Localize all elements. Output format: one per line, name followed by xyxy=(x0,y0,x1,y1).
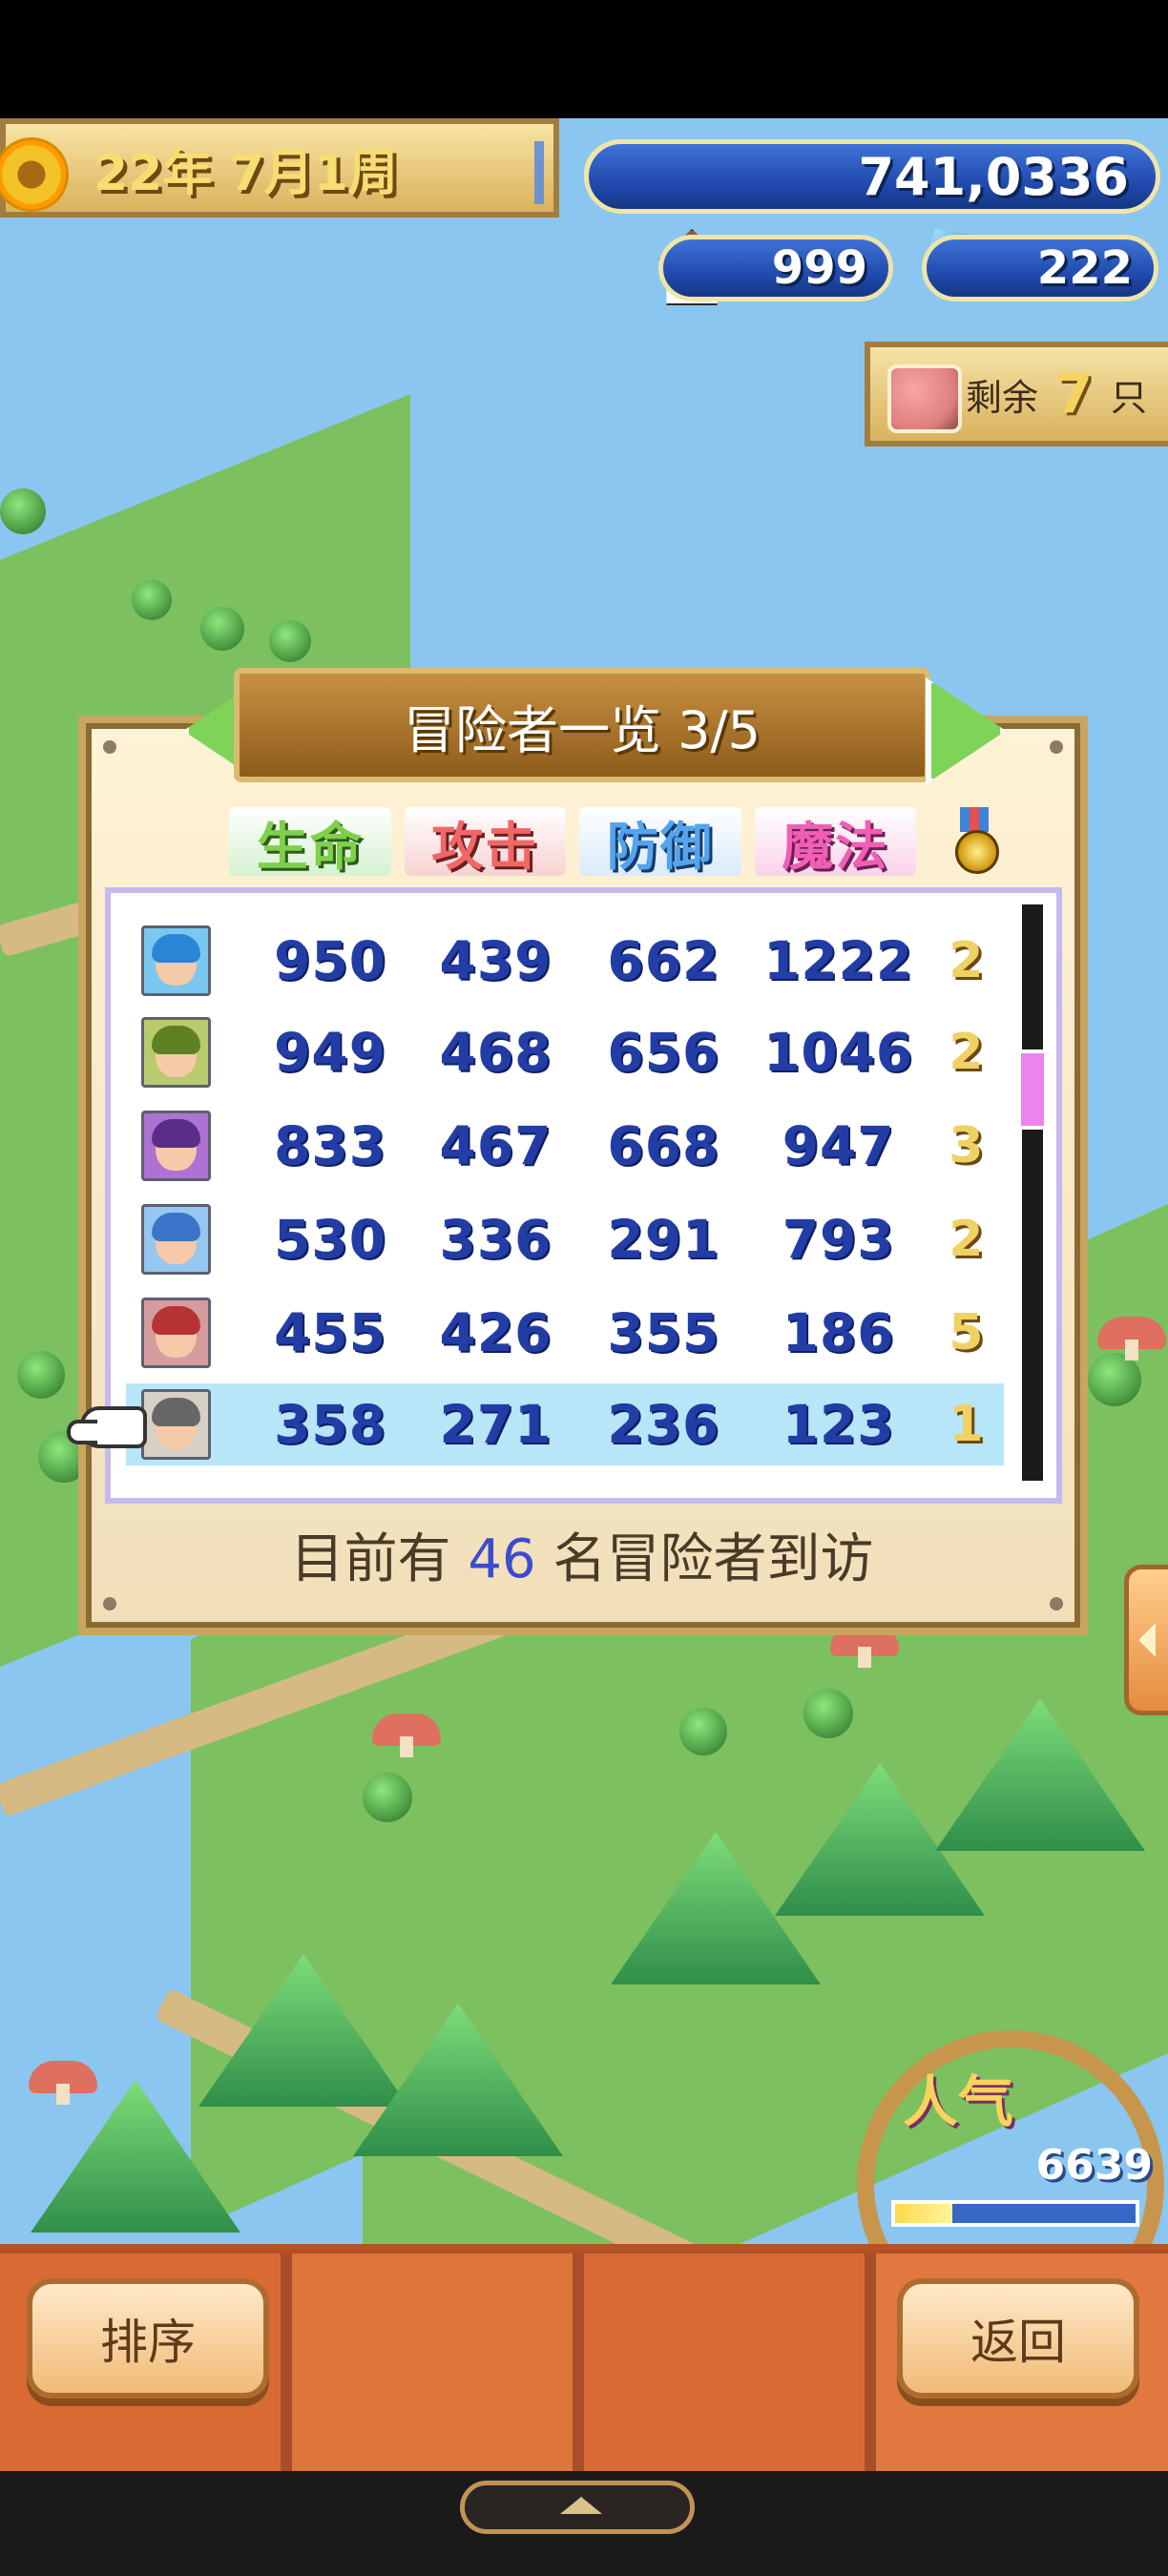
adventurer-row[interactable]: 833 467 668 947 3 xyxy=(126,1105,1004,1187)
attack-header: 攻击 xyxy=(404,807,566,877)
house-value: 999 xyxy=(771,241,867,295)
life-header: 生命 xyxy=(229,807,391,877)
life-value: 455 xyxy=(274,1302,386,1363)
list-scroll-thumb[interactable] xyxy=(1017,1049,1048,1130)
adventurer-avatar xyxy=(141,1298,212,1368)
adventurer-row[interactable]: 949 468 656 1046 2 xyxy=(126,1011,1004,1093)
pig-icon xyxy=(887,364,962,433)
panel-corner xyxy=(1050,1597,1063,1610)
crystal-counter: 222 xyxy=(922,235,1158,301)
adventurer-avatar xyxy=(141,925,212,996)
back-button[interactable]: 返回 xyxy=(897,2278,1139,2399)
magic-value: 186 xyxy=(782,1302,895,1363)
defense-value: 236 xyxy=(607,1394,720,1455)
visitor-suffix: 名冒险者到访 xyxy=(553,1528,874,1590)
defense-value: 668 xyxy=(607,1115,720,1176)
popularity-value: 6639 xyxy=(1035,2141,1153,2190)
popularity-bar xyxy=(891,2200,1139,2227)
house-counter: 999 xyxy=(658,235,893,301)
date-display: 22年 7月1周 xyxy=(0,118,559,218)
magic-header: 魔法 xyxy=(754,807,916,877)
popularity-label: 人气 xyxy=(903,2069,1014,2134)
date-divider xyxy=(534,141,544,204)
panel-corner xyxy=(103,1597,116,1610)
rank-value: 3 xyxy=(949,1117,984,1174)
remaining-prefix: 剩余 xyxy=(966,376,1039,419)
tree xyxy=(1088,1353,1141,1406)
defense-value: 355 xyxy=(607,1302,720,1363)
visitor-prefix: 目前有 xyxy=(290,1528,451,1590)
life-value: 949 xyxy=(274,1022,386,1083)
rank-value: 1 xyxy=(949,1396,984,1453)
popularity-meter: 人气 6639 xyxy=(845,2023,1168,2337)
adventurer-avatar xyxy=(141,1017,212,1088)
mushroom-decoration xyxy=(1097,1317,1166,1361)
visitor-summary: 目前有 46 名冒险者到访 xyxy=(191,1517,973,1603)
magic-value: 123 xyxy=(782,1394,895,1455)
panel-title: 冒险者一览 3/5 xyxy=(234,668,930,782)
tree xyxy=(0,488,46,534)
hand-pointer-icon xyxy=(67,1406,147,1448)
defense-value: 291 xyxy=(607,1209,720,1270)
adventurer-row[interactable]: 950 439 662 1222 2 xyxy=(126,920,1004,1002)
gold-counter: 741,0336 xyxy=(584,139,1160,214)
life-value: 833 xyxy=(274,1115,386,1176)
remaining-suffix: 只 xyxy=(1110,376,1147,419)
visitor-count: 46 xyxy=(468,1528,536,1590)
attack-value: 467 xyxy=(439,1115,553,1176)
mushroom-decoration xyxy=(29,2061,97,2105)
rank-value: 2 xyxy=(949,1211,984,1268)
defense-header: 防御 xyxy=(579,807,741,877)
magic-value: 947 xyxy=(782,1115,895,1176)
panel-corner xyxy=(103,740,116,754)
tree xyxy=(679,1708,727,1755)
attack-value: 271 xyxy=(439,1394,553,1455)
list-scrollbar[interactable] xyxy=(1022,904,1043,1481)
column-headers: 生命 攻击 防御 魔法 xyxy=(229,807,916,878)
rank-value: 2 xyxy=(949,1024,984,1081)
top-black-bar xyxy=(0,0,1168,118)
magic-value: 1046 xyxy=(763,1022,914,1083)
remaining-counter: 剩余 7 只 xyxy=(865,342,1168,447)
defense-value: 662 xyxy=(607,930,720,991)
panel-corner xyxy=(1050,740,1063,754)
tree xyxy=(17,1351,65,1399)
side-drawer-button[interactable] xyxy=(1124,1565,1168,1715)
sort-button[interactable]: 排序 xyxy=(27,2278,269,2399)
date-text: 22年 7月1周 xyxy=(94,144,398,202)
popularity-bar-fill xyxy=(895,2204,953,2223)
tree xyxy=(132,580,172,620)
rank-value: 2 xyxy=(949,932,984,989)
life-value: 358 xyxy=(274,1394,386,1455)
mushroom-decoration xyxy=(372,1714,441,1757)
life-value: 530 xyxy=(274,1209,386,1270)
adventurer-row[interactable]: 530 336 291 793 2 xyxy=(126,1198,1004,1280)
magic-value: 793 xyxy=(782,1209,895,1270)
crystal-value: 222 xyxy=(1036,241,1133,295)
panel-title-text: 冒险者一览 3/5 xyxy=(403,699,761,760)
attack-value: 336 xyxy=(439,1209,553,1270)
remaining-value: 7 xyxy=(1055,363,1094,426)
attack-value: 426 xyxy=(439,1302,553,1363)
defense-value: 656 xyxy=(607,1022,720,1083)
tree xyxy=(803,1689,853,1738)
adventurer-row[interactable]: 455 426 355 186 5 xyxy=(126,1292,1004,1374)
adventurer-avatar xyxy=(141,1204,212,1275)
adventurer-avatar xyxy=(141,1111,212,1181)
rank-value: 5 xyxy=(949,1304,984,1361)
adventurer-avatar xyxy=(141,1389,212,1460)
tree xyxy=(363,1773,412,1822)
tree xyxy=(269,620,311,662)
attack-value: 468 xyxy=(439,1022,553,1083)
magic-value: 1222 xyxy=(763,930,914,991)
expand-menu-handle[interactable] xyxy=(460,2481,695,2534)
sun-icon xyxy=(0,137,69,212)
adventurer-row-selected[interactable]: 358 271 236 123 1 xyxy=(126,1383,1004,1465)
medal-icon xyxy=(949,807,1000,880)
attack-value: 439 xyxy=(439,930,553,991)
life-value: 950 xyxy=(274,930,386,991)
gold-value: 741,0336 xyxy=(858,146,1129,207)
tree xyxy=(200,607,244,651)
